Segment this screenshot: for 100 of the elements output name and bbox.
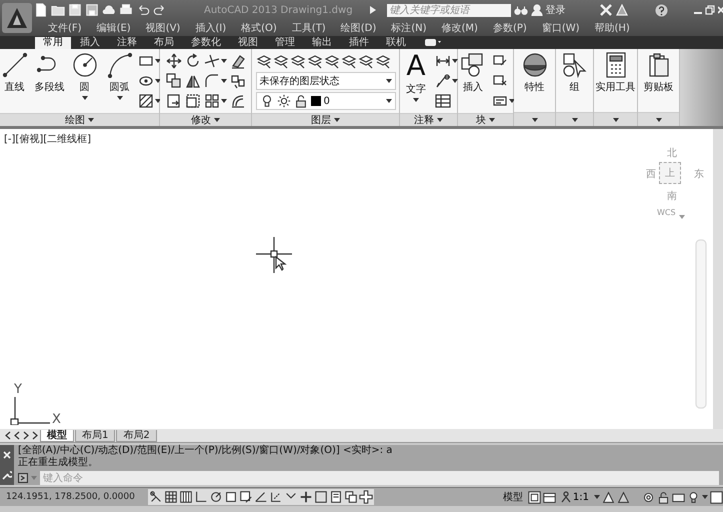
ribbon-tab[interactable]: 参数化 [183, 37, 229, 49]
tool-label[interactable]: 组 [570, 80, 580, 94]
x-icon[interactable] [598, 4, 613, 16]
leader-icon[interactable] [434, 73, 450, 89]
caret-icon[interactable] [452, 79, 458, 83]
scale-icon[interactable] [184, 93, 200, 109]
layer-icon[interactable] [256, 53, 272, 69]
previous-tab-icon[interactable] [13, 431, 21, 440]
fillet-icon[interactable] [204, 73, 220, 89]
ribbon-tab[interactable]: 视图 [230, 37, 266, 49]
osnap-icon[interactable] [224, 490, 238, 504]
caret-icon[interactable] [702, 495, 708, 499]
new-file-icon[interactable] [34, 3, 48, 17]
sphere-icon[interactable] [522, 52, 548, 78]
mirror-icon[interactable] [184, 73, 200, 89]
layout-icon[interactable] [528, 490, 541, 504]
caret-icon[interactable] [214, 118, 220, 122]
viewport-label[interactable]: [-][俯视][二维线框] [4, 132, 92, 146]
caret-icon[interactable] [532, 118, 538, 122]
menu-item[interactable]: 工具(T) [292, 21, 326, 35]
caret-icon[interactable] [155, 99, 161, 103]
caret-icon[interactable] [612, 118, 618, 122]
menu-item[interactable]: 帮助(H) [594, 21, 630, 35]
layout-tab[interactable]: 布局1 [75, 430, 116, 442]
arc-icon[interactable] [106, 52, 132, 78]
move-icon[interactable] [166, 53, 182, 69]
caret-icon[interactable] [220, 79, 226, 83]
caret-icon[interactable] [155, 59, 161, 63]
close-icon[interactable] [718, 5, 723, 15]
tool-label[interactable]: 直线 [4, 80, 24, 94]
text-tool-glyph[interactable]: A [406, 52, 426, 80]
ribbon-tab[interactable]: 常用 [35, 37, 71, 49]
person-scale-icon[interactable] [560, 491, 571, 503]
caret-icon[interactable] [116, 96, 122, 100]
ribbon-tab[interactable]: 注释 [109, 37, 145, 49]
panel-title-button[interactable]: 块 [458, 113, 513, 126]
angle-icon[interactable] [254, 490, 268, 504]
menu-item[interactable]: 窗口(W) [542, 21, 580, 35]
lock-icon[interactable] [294, 94, 308, 108]
layer-state-dropdown[interactable]: 未保存的图层状态 [256, 72, 396, 90]
ribbon-tab[interactable]: 插入 [72, 37, 108, 49]
panel-title-button[interactable]: 图层 [252, 113, 399, 126]
command-input[interactable]: 键入命令 [40, 471, 719, 485]
tool-label[interactable]: 实用工具 [596, 80, 636, 94]
quick-properties-icon[interactable] [329, 490, 343, 504]
panel-title-button[interactable]: 绘图 [0, 113, 159, 126]
caret-icon[interactable] [386, 79, 392, 83]
menu-item[interactable]: 文件(F) [48, 21, 82, 35]
transparency-icon[interactable] [314, 490, 328, 504]
eraser-icon[interactable] [230, 53, 246, 69]
command-prompt-icon[interactable] [18, 473, 28, 483]
ribbon-toggle-icon[interactable] [425, 39, 441, 46]
dynamic-ucs-icon[interactable] [269, 490, 283, 504]
caret-icon[interactable] [82, 96, 88, 100]
help-icon[interactable] [655, 4, 668, 16]
dimension-icon[interactable] [434, 53, 450, 69]
close-icon[interactable] [3, 450, 11, 458]
caret-icon[interactable] [594, 495, 600, 499]
ribbon-tab[interactable]: 联机 [378, 37, 414, 49]
first-tab-icon[interactable] [4, 431, 12, 440]
ortho-icon[interactable] [194, 490, 208, 504]
plus-icon[interactable] [299, 490, 313, 504]
menu-item[interactable]: 参数(P) [492, 21, 527, 35]
menu-item[interactable]: 视图(V) [146, 21, 180, 35]
tool-label[interactable]: 文字 [406, 82, 426, 96]
stretch-icon[interactable] [166, 93, 182, 109]
menu-item[interactable]: 修改(M) [442, 21, 478, 35]
layer-icon[interactable] [374, 53, 390, 69]
caret-icon[interactable] [155, 79, 161, 83]
grid-icon[interactable] [164, 490, 178, 504]
menu-item[interactable]: 格式(O) [241, 21, 277, 35]
cloud-icon[interactable] [102, 3, 116, 17]
tool-label[interactable]: 圆 [80, 80, 90, 94]
line-icon[interactable] [2, 52, 28, 78]
user-icon[interactable] [530, 4, 543, 16]
menu-item[interactable]: 绘图(D) [340, 21, 376, 35]
offset-icon[interactable] [230, 93, 246, 109]
next-tab-icon[interactable] [22, 431, 30, 440]
workspace-gear-icon[interactable] [642, 490, 655, 504]
sun-icon[interactable] [276, 94, 290, 108]
caret-icon[interactable] [572, 118, 578, 122]
circle-icon[interactable] [72, 52, 98, 78]
arrow-icon[interactable] [370, 6, 376, 14]
polar-icon[interactable] [209, 490, 223, 504]
ribbon-tab[interactable]: 插件 [341, 37, 377, 49]
caret-icon[interactable] [489, 118, 495, 122]
table-icon[interactable] [434, 93, 450, 109]
search-field[interactable]: 键入关键字或短语 [386, 4, 511, 16]
auto-scale-icon[interactable] [617, 490, 630, 504]
caret-icon[interactable] [88, 118, 94, 122]
selection-cycling-icon[interactable] [344, 490, 358, 504]
triangle-icon[interactable] [616, 4, 628, 16]
ribbon-tab[interactable]: 管理 [267, 37, 303, 49]
save-icon[interactable] [68, 3, 82, 17]
layer-icon[interactable] [306, 53, 322, 69]
lock-icon[interactable] [657, 490, 670, 504]
layout-tab[interactable]: 布局2 [116, 430, 157, 442]
rotate-icon[interactable] [184, 53, 200, 69]
group-icon[interactable] [562, 52, 588, 78]
caret-icon[interactable] [413, 98, 419, 102]
